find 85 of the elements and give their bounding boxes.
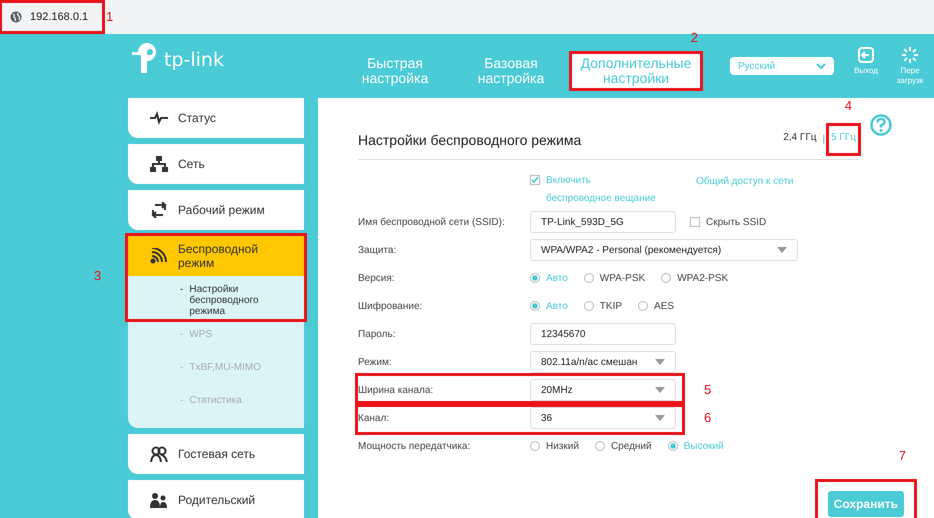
dash-marker: -	[180, 284, 184, 297]
help-icon[interactable]	[870, 114, 892, 136]
submenu-label: Настройки беспроводного режима	[189, 284, 260, 317]
radio-label: Низкий	[546, 440, 579, 452]
radio-button[interactable]	[530, 441, 540, 451]
chevron-icon	[816, 63, 826, 69]
radio-button[interactable]	[530, 301, 540, 311]
url-text: 192.168.0.1	[30, 11, 88, 23]
logout-icon	[858, 46, 874, 62]
annotation-number: 7	[898, 448, 906, 463]
dash-marker: -	[180, 362, 184, 373]
annotation-number: 3	[94, 268, 102, 283]
radio-label: WPA-PSK	[600, 272, 646, 284]
sidebar-label: Беспроводной режим	[178, 242, 260, 270]
field-label: Мощность передатчика:	[358, 440, 472, 452]
submenu-item[interactable]: - Настройки беспроводного режима	[128, 276, 304, 319]
text-field[interactable]: 12345670	[530, 323, 676, 345]
dropdown[interactable]: 802.11a/n/ac смешан	[530, 351, 676, 373]
sidebar-item[interactable]: Рабочий режим	[128, 190, 304, 230]
sidebar-label: Гостевая сеть	[178, 447, 256, 461]
sidebar-label: Сеть	[178, 157, 206, 171]
wireless-icon	[150, 248, 168, 264]
sidebar-label: Статус	[178, 111, 217, 125]
sidebar-item[interactable]: Сеть	[128, 144, 304, 184]
field-label: Ширина канала:	[358, 384, 434, 396]
dash-marker: -	[180, 329, 184, 340]
radio-label: Авто	[546, 272, 568, 284]
globe-icon	[10, 11, 22, 23]
sidebar-label: Родительский	[178, 493, 256, 507]
sidebar-item[interactable]: Статус	[128, 98, 304, 138]
field-label: Режим:	[358, 356, 393, 368]
sidebar-item[interactable]: Родительский	[128, 480, 304, 518]
radio-label: TKIP	[600, 300, 622, 312]
sidebar-item[interactable]: Беспроводной режим	[128, 236, 304, 276]
logo-text: tp-link	[164, 49, 224, 71]
field-label: Имя беспроводной сети (SSID):	[358, 216, 506, 228]
caret-icon	[655, 387, 665, 393]
radio-label: WPA2-PSK	[677, 272, 728, 284]
checkbox-label: Скрыть SSID	[706, 216, 766, 228]
checkbox[interactable]	[530, 175, 540, 185]
parental-icon	[150, 492, 168, 508]
annotation-number: 4	[844, 98, 852, 113]
sidebar-label: Рабочий режим	[178, 203, 266, 217]
checkbox-label: Включить беспроводное вещание	[546, 174, 656, 206]
radio-button[interactable]	[638, 301, 648, 311]
status-icon	[150, 110, 168, 126]
annotation-number: 5	[704, 382, 712, 397]
dropdown[interactable]: WPA/WPA2 - Personal (рекомендуется)	[530, 239, 798, 261]
radio-label: Средний	[610, 440, 652, 452]
field-label: Защита:	[358, 244, 398, 256]
annotation-number: 1	[106, 9, 114, 24]
dropdown[interactable]: 36	[530, 407, 676, 429]
separator-text: |	[822, 134, 826, 145]
dropdown[interactable]: 20MHz	[530, 379, 676, 401]
radio-label: Высокий	[684, 440, 724, 452]
text-field[interactable]: TP-Link_593D_5G	[530, 211, 676, 233]
radio-button[interactable]	[661, 273, 672, 283]
field-label: Версия:	[358, 272, 396, 284]
radio-button[interactable]	[530, 273, 540, 283]
submenu-label: TxBF,MU-MIMO	[189, 362, 262, 373]
annotation-number: 2	[690, 30, 698, 45]
radio-button[interactable]	[584, 273, 594, 283]
dash-marker: -	[180, 395, 184, 406]
caret-icon	[655, 415, 665, 421]
submenu-label: Статистика	[189, 395, 243, 406]
radio-button[interactable]	[668, 441, 678, 451]
spinner-icon	[902, 46, 918, 62]
radio-button[interactable]	[594, 441, 605, 451]
radio-label: AES	[654, 300, 674, 312]
radio-button[interactable]	[584, 301, 594, 311]
caret-icon	[655, 359, 665, 365]
annotation-number: 6	[704, 410, 712, 425]
network-icon	[150, 156, 168, 172]
field-label: Пароль:	[358, 328, 396, 340]
caret-icon	[777, 247, 787, 253]
mode-icon	[150, 202, 168, 218]
checkbox[interactable]	[690, 217, 700, 227]
radio-label: Авто	[546, 300, 568, 312]
panel-title: Настройки беспроводного режима	[358, 132, 582, 148]
sidebar-item[interactable]: Гостевая сеть	[128, 434, 304, 474]
band-tab[interactable]: 2,4 ГГц	[781, 126, 818, 153]
field-label: Шифрование:	[358, 300, 424, 312]
field-label: Канал:	[358, 412, 390, 424]
guest-icon	[150, 446, 168, 462]
submenu-label: WPS	[189, 329, 214, 340]
